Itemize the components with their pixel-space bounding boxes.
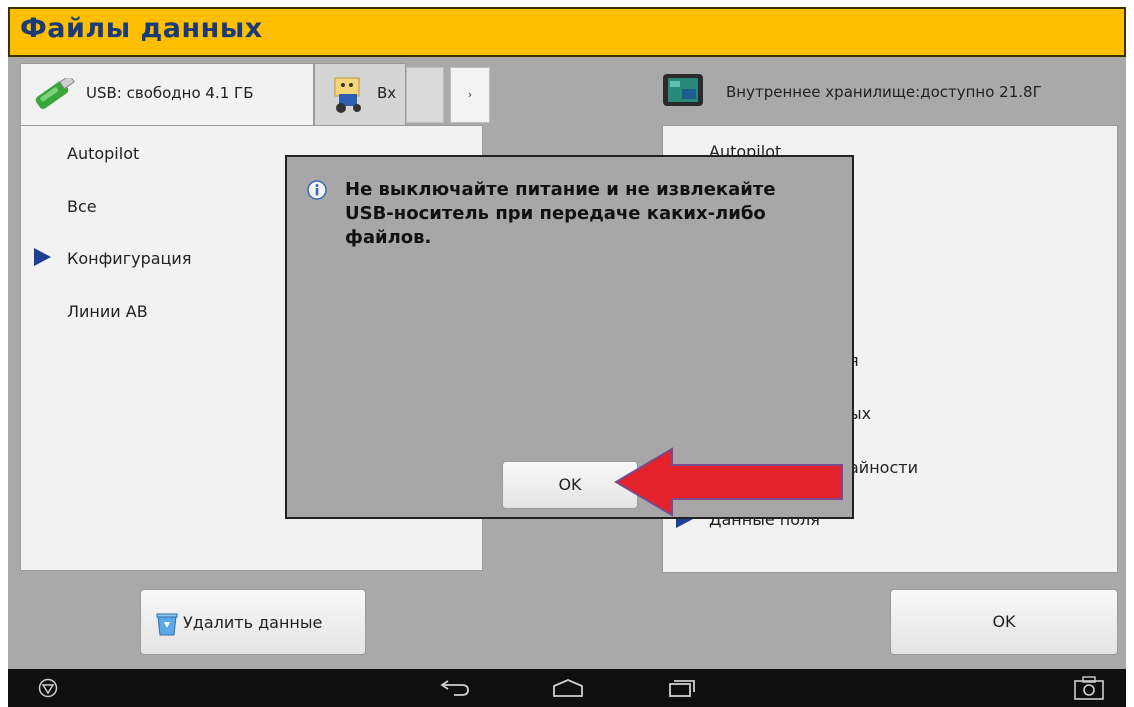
list-item-partial-3[interactable]: айности: [849, 458, 918, 477]
app-window: Файлы данных USB: свободно 4.1 ГБ Вх › A…: [8, 7, 1126, 707]
tab-scroll-left-button[interactable]: [406, 67, 444, 123]
list-item-configuration[interactable]: Конфигурация: [67, 249, 191, 268]
tractor-folder-icon: [331, 76, 367, 118]
power-icon[interactable]: [38, 678, 58, 702]
left-source-tabs: USB: свободно 4.1 ГБ Вх ›: [20, 63, 490, 125]
tab-usb[interactable]: USB: свободно 4.1 ГБ: [20, 63, 314, 125]
ok-button[interactable]: OK: [890, 589, 1118, 655]
back-icon[interactable]: [440, 679, 470, 701]
usb-drive-icon: [31, 74, 79, 116]
recents-icon[interactable]: [668, 678, 698, 702]
delete-data-label: Удалить данные: [183, 613, 323, 632]
internal-tab-label: Вх: [377, 84, 397, 102]
tablet-icon: [662, 73, 704, 113]
title-bar: Файлы данных: [8, 7, 1126, 57]
info-icon: [307, 180, 327, 200]
delete-data-button[interactable]: Удалить данные: [140, 589, 366, 655]
expand-arrow-icon: [34, 248, 51, 266]
list-item-ab-lines[interactable]: Линии AB: [67, 302, 148, 321]
list-item-autopilot[interactable]: Autopilot: [67, 144, 139, 163]
usb-tab-label: USB: свободно 4.1 ГБ: [86, 84, 254, 102]
trash-icon: [155, 611, 179, 641]
tab-internal[interactable]: Вх: [314, 63, 406, 125]
home-icon[interactable]: [552, 678, 584, 702]
dialog-message: Не выключайте питание и не извлекайте US…: [345, 179, 776, 248]
internal-storage-header: Внутреннее хранилище:доступно 21.8Г: [662, 67, 1126, 119]
system-nav-bar: [8, 669, 1126, 707]
page-title: Файлы данных: [20, 13, 263, 44]
screenshot-icon[interactable]: [1074, 676, 1104, 704]
highlight-arrow-icon: [614, 447, 843, 517]
tab-scroll-right-button[interactable]: ›: [450, 67, 490, 123]
internal-storage-label: Внутреннее хранилище:доступно 21.8Г: [726, 83, 1042, 101]
list-item-all[interactable]: Все: [67, 197, 97, 216]
